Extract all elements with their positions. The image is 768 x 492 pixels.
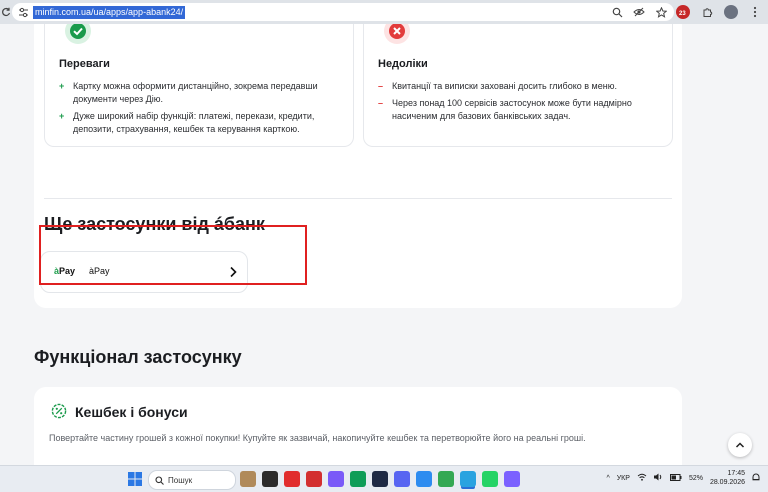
taskbar-app-icon[interactable] [394,471,410,487]
cons-title: Недоліки [378,58,428,70]
section-divider [44,198,672,199]
cashback-title: Кешбек і бонуси [75,404,188,420]
cons-item-text: Через понад 100 сервісів застосунок може… [392,98,632,121]
pros-item-text: Дуже широкий набір функцій: платежі, пер… [73,111,315,134]
taskbar-app-icon[interactable] [284,471,300,487]
clock-date: 28.09.2026 [709,479,745,486]
search-placeholder: Пошук [168,475,193,485]
taskbar-app-icon[interactable] [482,471,498,487]
taskbar-app-icon[interactable] [504,471,520,487]
taskbar-app-icon[interactable] [372,471,388,487]
cashback-description: Повертайте частину грошей з кожної покуп… [49,433,586,443]
eye-off-icon[interactable] [632,5,646,19]
taskbar-app-icon[interactable] [460,471,476,487]
windows-start-icon[interactable] [128,472,142,486]
language-indicator[interactable]: УКР [617,475,630,482]
address-bar[interactable]: minfin.com.ua/ua/apps/app-abank24/ [12,3,674,21]
pros-title: Переваги [59,58,110,70]
reload-icon[interactable] [0,7,12,17]
extensions-puzzle-icon[interactable] [700,5,714,19]
cons-list: – Квитанції та виписки заховані досить гл… [378,80,668,127]
close-icon [384,24,410,44]
wifi-icon[interactable] [637,473,647,483]
system-tray: ^ УКР 52% 17:45 28.09.2026 [606,469,760,487]
taskbar-app-icon[interactable] [262,471,278,487]
taskbar-search[interactable]: Пошук [148,470,236,490]
pros-list: + Картку можна оформити дистанційно, зокр… [59,80,349,140]
url-text[interactable]: minfin.com.ua/ua/apps/app-abank24/ [33,5,186,19]
taskbar-app-icon[interactable] [416,471,432,487]
battery-percent: 52% [688,474,703,482]
scroll-to-top-button[interactable] [728,433,752,457]
notification-bell-icon[interactable] [752,473,760,484]
taskbar-app-icon[interactable] [350,471,366,487]
check-icon [65,24,91,44]
browser-menu-icon[interactable] [748,5,762,19]
features-title: Функціонал застосунку [34,347,242,367]
percent-badge-icon [51,403,67,419]
list-item: – Квитанції та виписки заховані досить гл… [378,81,617,91]
chevron-up-icon [735,436,745,454]
taskbar-apps [240,471,520,487]
extension-icon[interactable]: 23 [676,5,690,19]
browser-toolbar: minfin.com.ua/ua/apps/app-abank24/ 23 [0,0,768,24]
extension-badge: 23 [678,11,687,17]
page-viewport: Переваги + Картку можна оформити дистанці… [0,24,768,465]
volume-icon[interactable] [653,473,663,483]
profile-avatar[interactable] [724,5,738,19]
highlight-annotation [39,225,307,285]
taskbar-app-icon[interactable] [306,471,322,487]
list-item: + Картку можна оформити дистанційно, зокр… [59,81,318,104]
os-taskbar: Пошук ^ УКР 52% 17:45 28.09.2026 [0,465,768,492]
zoom-icon[interactable] [610,5,624,19]
clock-time: 17:45 [727,470,745,477]
pros-item-text: Картку можна оформити дистанційно, зокре… [73,81,318,104]
list-item: + Дуже широкий набір функцій: платежі, пе… [59,111,315,134]
cons-item-text: Квитанції та виписки заховані досить гли… [392,81,617,91]
search-icon [155,475,164,485]
site-settings-icon[interactable] [15,4,31,20]
chevron-up-icon[interactable]: ^ [606,475,609,482]
list-item: – Через понад 100 сервісів застосунок мож… [378,98,632,121]
pros-card: Переваги + Картку можна оформити дистанці… [44,24,354,147]
taskbar-app-icon[interactable] [438,471,454,487]
clock[interactable]: 17:45 28.09.2026 [710,469,745,487]
taskbar-app-icon[interactable] [328,471,344,487]
taskbar-app-icon[interactable] [240,471,256,487]
star-icon[interactable] [654,5,668,19]
cashback-card: Кешбек і бонуси Повертайте частину гроше… [34,387,682,465]
cons-card: Недоліки – Квитанції та виписки заховані … [363,24,673,147]
battery-icon[interactable] [669,473,682,483]
